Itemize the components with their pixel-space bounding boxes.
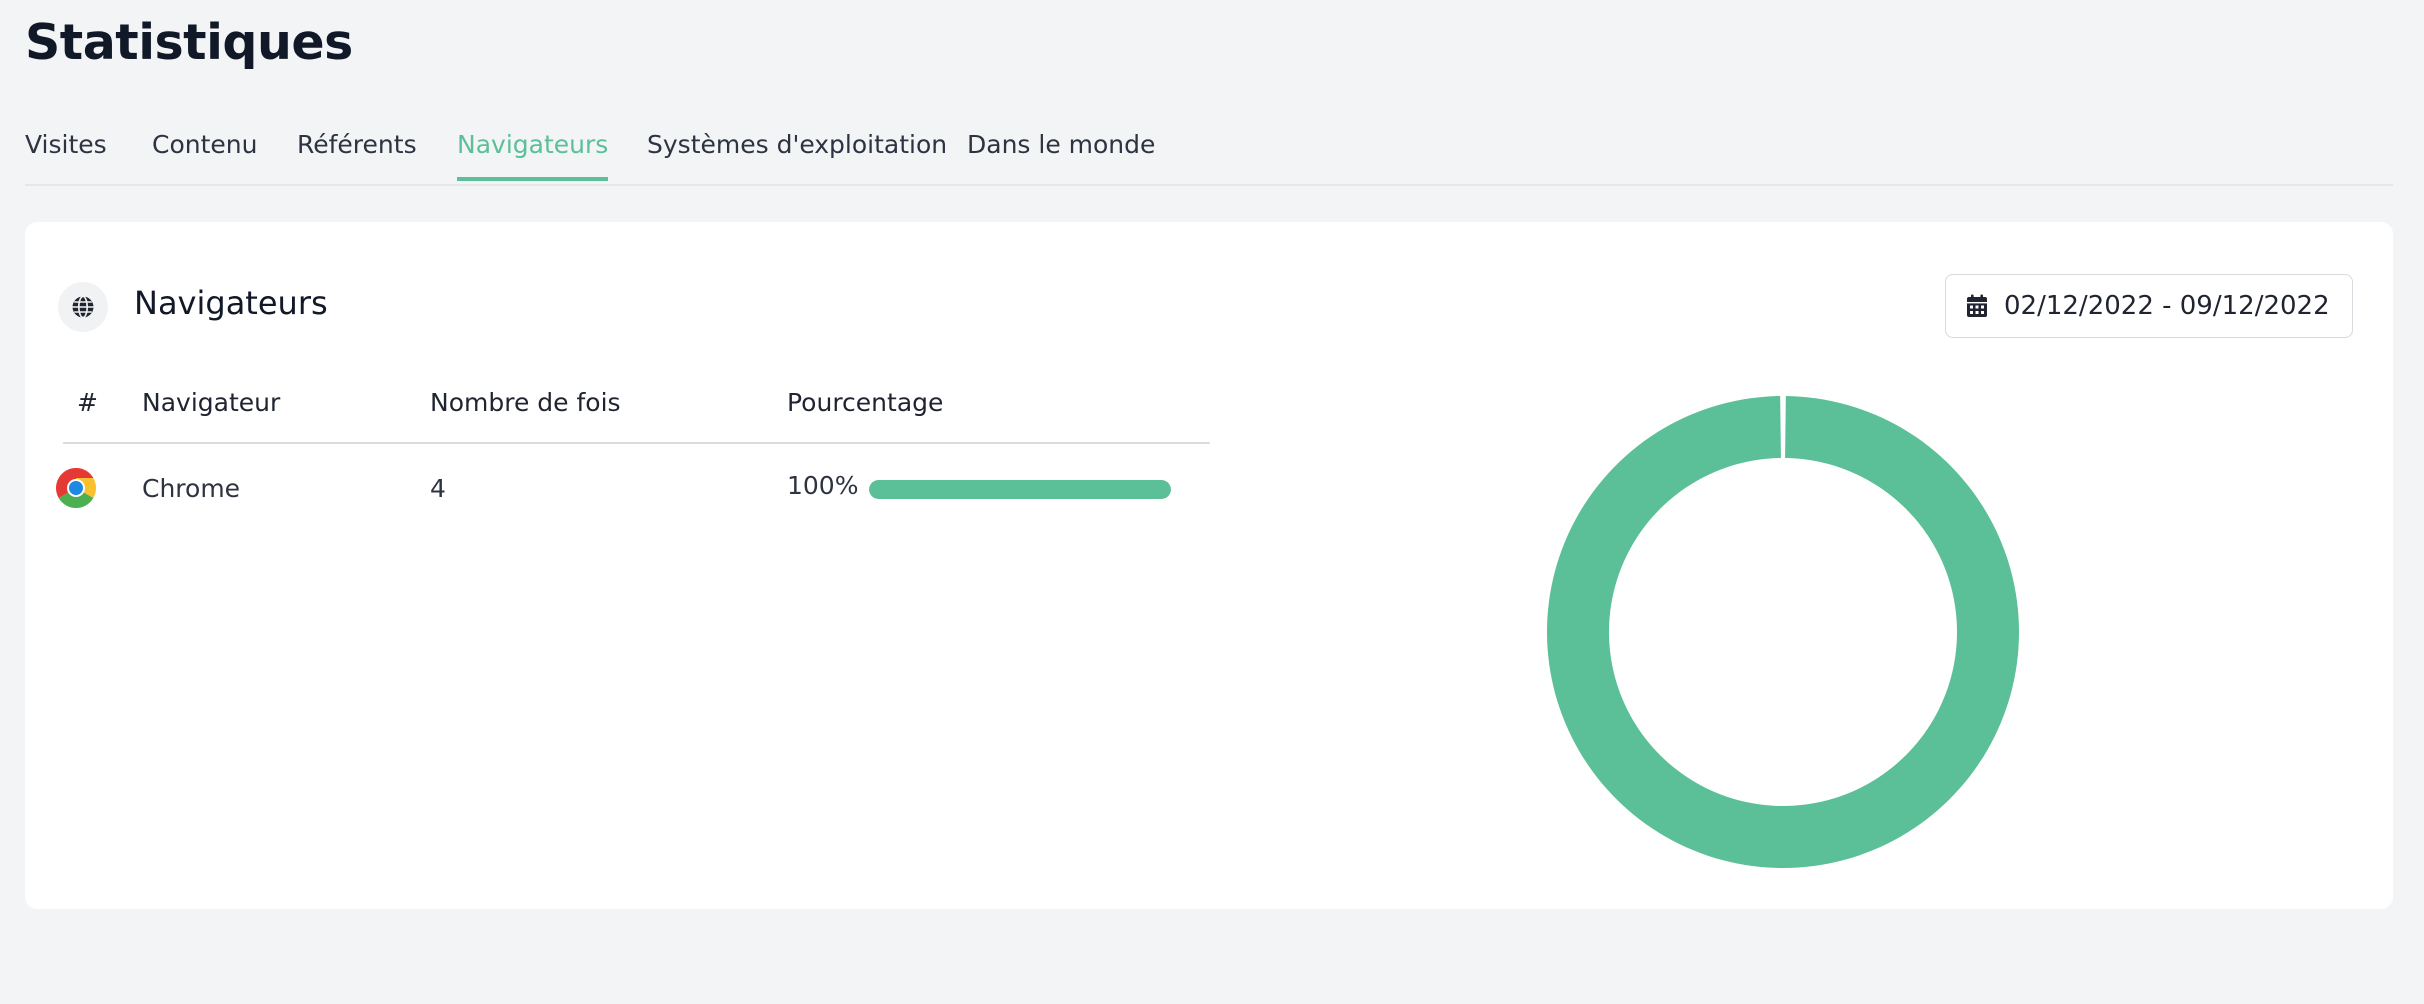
card-title: Navigateurs [134, 284, 328, 322]
tab-navigateurs[interactable]: Navigateurs [457, 130, 609, 181]
tab-contenu[interactable]: Contenu [152, 130, 257, 179]
tab-bar: Visites Contenu Référents Navigateurs Sy… [25, 118, 2393, 186]
calendar-icon [1966, 294, 1988, 318]
donut-slice-chrome[interactable] [1547, 396, 2019, 868]
percentage-bar-fill [869, 480, 1171, 499]
browser-donut-chart [1547, 396, 2019, 868]
tab-visites[interactable]: Visites [25, 130, 107, 179]
date-range-picker[interactable]: 02/12/2022 - 09/12/2022 [1945, 274, 2353, 338]
tab-dans-le-monde[interactable]: Dans le monde [967, 130, 1155, 179]
browser-count: 4 [430, 474, 446, 503]
globe-icon [58, 282, 108, 332]
column-header-browser: Navigateur [142, 388, 281, 417]
tab-systemes-exploitation[interactable]: Systèmes d'exploitation [647, 130, 947, 179]
column-header-index: # [77, 388, 98, 417]
browser-name: Chrome [142, 474, 241, 503]
percentage-bar [869, 480, 1171, 499]
page-title: Statistiques [25, 14, 353, 71]
table-header: # Navigateur Nombre de fois Pourcentage [63, 370, 1210, 444]
browser-percentage: 100% [787, 471, 859, 500]
browsers-card: Navigateurs 02/12/2022 - 09/12/2022 # Na… [25, 222, 2393, 909]
tab-referents[interactable]: Référents [297, 130, 417, 179]
date-range-value: 02/12/2022 - 09/12/2022 [2004, 291, 2330, 321]
column-header-count: Nombre de fois [430, 388, 621, 417]
column-header-percentage: Pourcentage [787, 388, 944, 417]
